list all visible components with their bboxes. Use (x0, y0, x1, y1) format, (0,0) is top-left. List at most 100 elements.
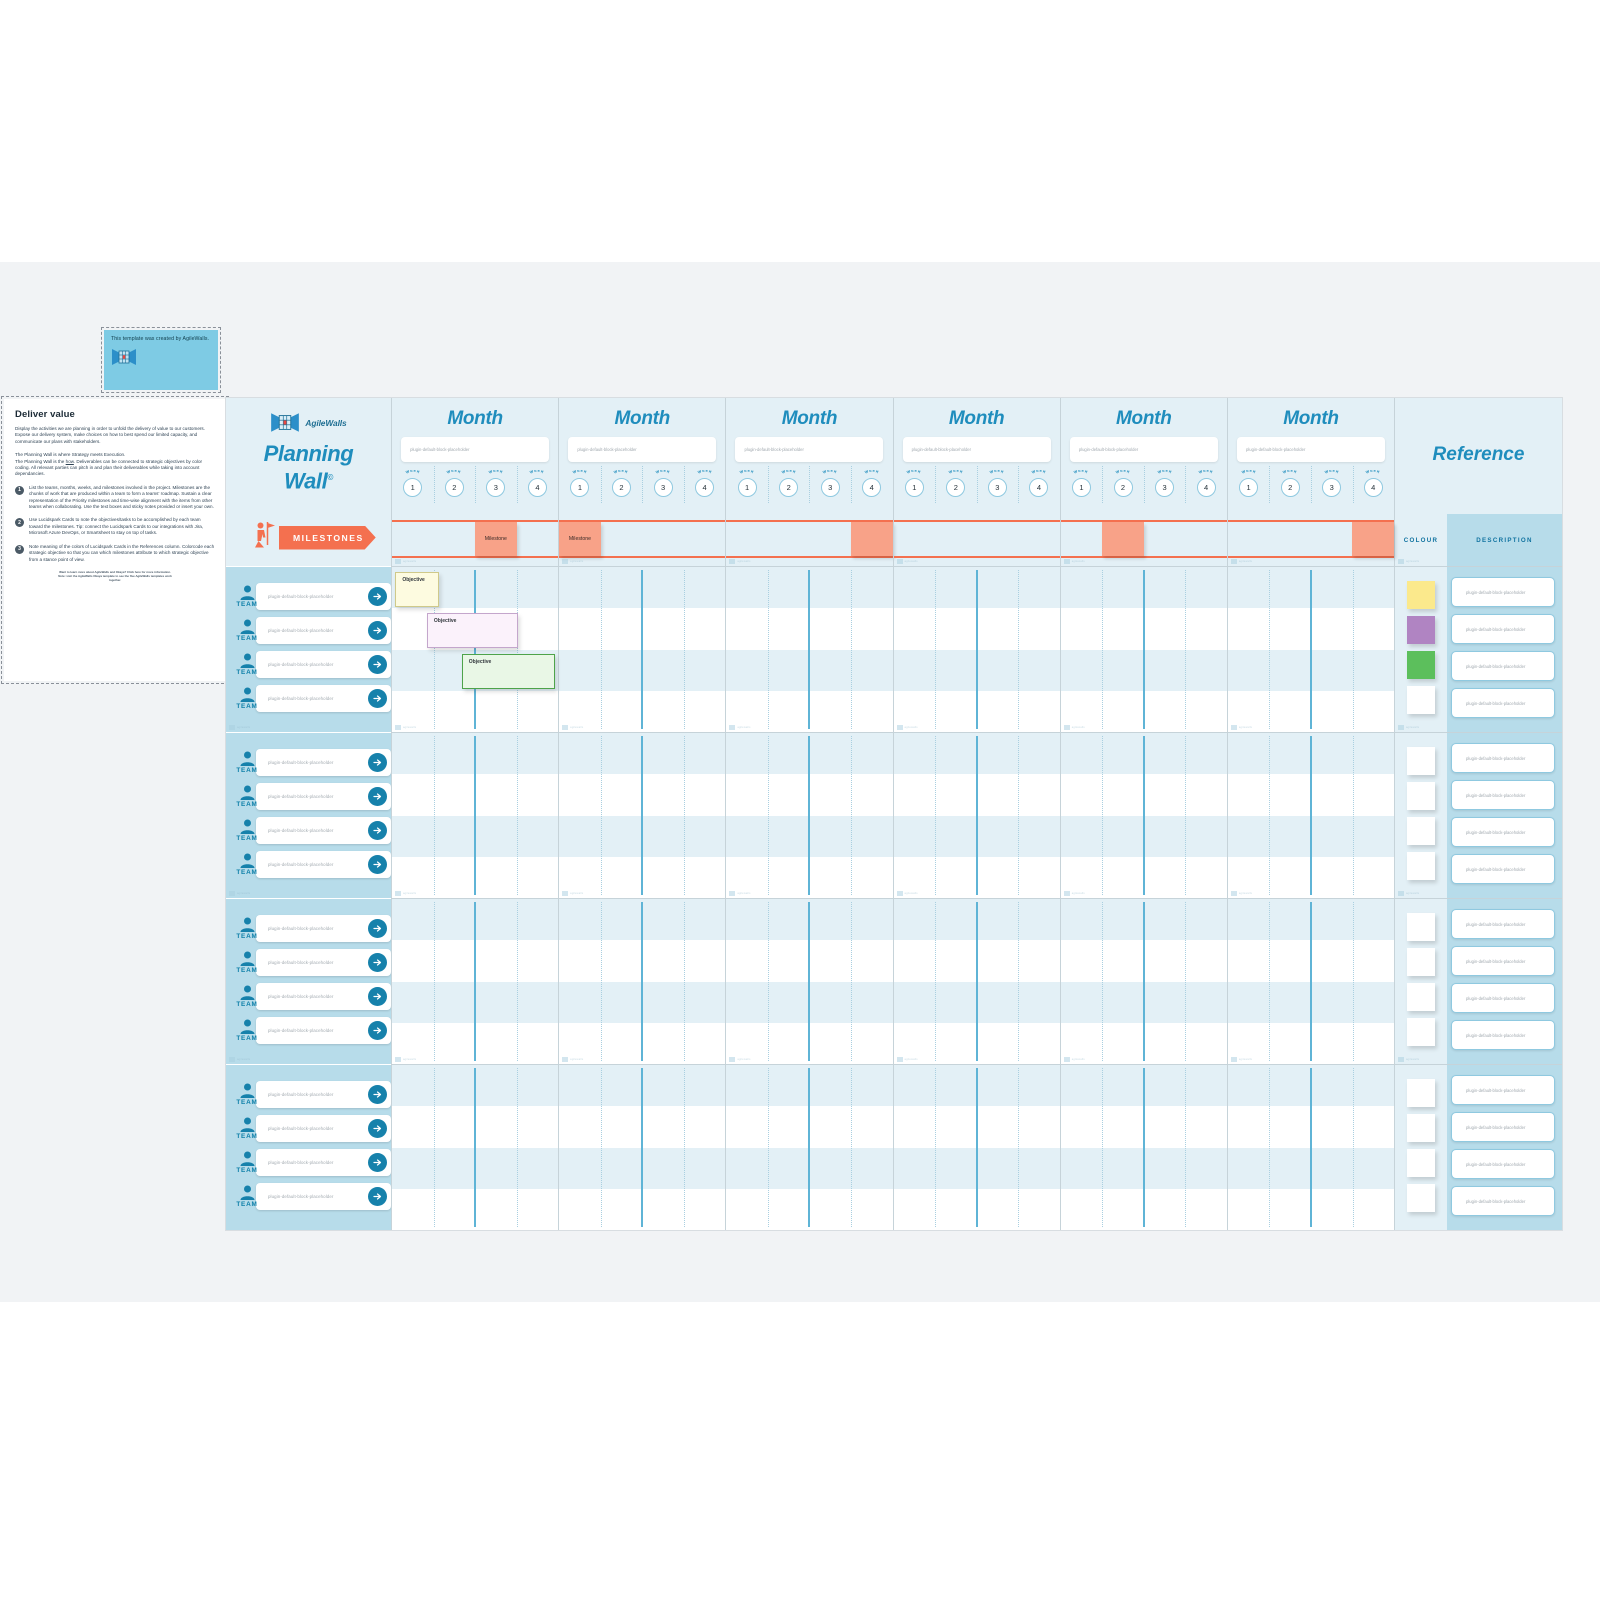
grid-lane[interactable] (726, 1147, 893, 1189)
grid-lane[interactable] (559, 940, 726, 982)
team-row[interactable]: TEAM plugin-default-block-placeholder (226, 1149, 391, 1176)
grid-lane[interactable] (893, 733, 1060, 775)
colour-swatch[interactable] (1407, 651, 1435, 679)
grid-lane[interactable] (726, 856, 893, 898)
milestone-chip[interactable]: Milestone (559, 522, 601, 556)
arrow-right-icon[interactable] (368, 1021, 387, 1040)
team-name-input[interactable]: plugin-default-block-placeholder (256, 1081, 391, 1108)
team-name-input[interactable]: plugin-default-block-placeholder (256, 817, 391, 844)
grid-lane[interactable] (726, 774, 893, 816)
month-name-input[interactable]: plugin-default-block-placeholder (735, 437, 884, 462)
team-row[interactable]: TEAM plugin-default-block-placeholder (226, 817, 391, 844)
grid-lane[interactable] (726, 649, 893, 691)
grid-lane[interactable] (1060, 1022, 1227, 1064)
grid-lane[interactable] (893, 940, 1060, 982)
team-name-input[interactable]: plugin-default-block-placeholder (256, 1149, 391, 1176)
milestone-chip[interactable] (850, 522, 893, 556)
grid-lane[interactable] (559, 567, 726, 609)
grid-lane[interactable] (893, 815, 1060, 857)
month-name-input[interactable]: plugin-default-block-placeholder (568, 437, 717, 462)
grid-lane[interactable] (893, 1147, 1060, 1189)
description-input[interactable]: plugin-default-block-placeholder (1451, 1020, 1555, 1050)
team-row[interactable]: TEAM plugin-default-block-placeholder (226, 983, 391, 1010)
colour-swatch[interactable] (1407, 852, 1435, 880)
grid-lane[interactable] (1060, 1106, 1227, 1148)
grid-lane[interactable] (1227, 567, 1395, 609)
team-row[interactable]: TEAM plugin-default-block-placeholder (226, 651, 391, 678)
grid-lane[interactable] (1227, 1188, 1395, 1230)
grid-lane[interactable] (893, 608, 1060, 650)
arrow-right-icon[interactable] (368, 621, 387, 640)
grid-lane[interactable] (1227, 856, 1395, 898)
objective-card[interactable]: Objective (395, 571, 439, 607)
grid-lane[interactable] (893, 1188, 1060, 1230)
description-input[interactable]: plugin-default-block-placeholder (1451, 817, 1555, 847)
team-name-input[interactable]: plugin-default-block-placeholder (256, 617, 391, 644)
grid-lane[interactable] (1227, 1106, 1395, 1148)
grid-lane[interactable] (726, 1188, 893, 1230)
objective-card[interactable]: Objective (461, 654, 555, 690)
grid-lane[interactable] (392, 774, 559, 816)
arrow-right-icon[interactable] (368, 1085, 387, 1104)
grid-lane[interactable] (392, 1065, 559, 1107)
colour-swatch[interactable] (1407, 1018, 1435, 1046)
team-row[interactable]: TEAM plugin-default-block-placeholder (226, 1183, 391, 1210)
grid-lane[interactable] (1227, 940, 1395, 982)
team-name-input[interactable]: plugin-default-block-placeholder (256, 749, 391, 776)
grid-lane[interactable] (392, 815, 559, 857)
grid-lane[interactable] (1060, 1065, 1227, 1107)
team-name-input[interactable]: plugin-default-block-placeholder (256, 949, 391, 976)
grid-lane[interactable] (1227, 981, 1395, 1023)
grid-lane[interactable] (1060, 940, 1227, 982)
team-name-input[interactable]: plugin-default-block-placeholder (256, 783, 391, 810)
grid-lane[interactable] (1227, 733, 1395, 775)
colour-swatch[interactable] (1407, 686, 1435, 714)
description-input[interactable]: plugin-default-block-placeholder (1451, 577, 1555, 607)
team-row[interactable]: TEAM plugin-default-block-placeholder (226, 1017, 391, 1044)
grid-lane[interactable] (1060, 690, 1227, 732)
colour-swatch[interactable] (1407, 1079, 1435, 1107)
grid-lane[interactable] (893, 1065, 1060, 1107)
arrow-right-icon[interactable] (368, 1187, 387, 1206)
team-row[interactable]: TEAM plugin-default-block-placeholder (226, 1115, 391, 1142)
grid-lane[interactable] (559, 690, 726, 732)
grid-lane[interactable] (392, 1188, 559, 1230)
grid-lane[interactable] (392, 899, 559, 941)
grid-lane[interactable] (726, 1106, 893, 1148)
grid-lane[interactable] (559, 1188, 726, 1230)
team-row[interactable]: TEAM plugin-default-block-placeholder (226, 1081, 391, 1108)
month-name-input[interactable]: plugin-default-block-placeholder (1069, 437, 1218, 462)
grid-lane[interactable] (893, 774, 1060, 816)
team-row[interactable]: TEAM plugin-default-block-placeholder (226, 783, 391, 810)
colour-swatch[interactable] (1407, 948, 1435, 976)
colour-swatch[interactable] (1407, 1184, 1435, 1212)
arrow-right-icon[interactable] (368, 987, 387, 1006)
description-input[interactable]: plugin-default-block-placeholder (1451, 614, 1555, 644)
grid-lane[interactable] (559, 1106, 726, 1148)
team-row[interactable]: TEAM plugin-default-block-placeholder (226, 915, 391, 942)
grid-lane[interactable] (893, 1022, 1060, 1064)
description-input[interactable]: plugin-default-block-placeholder (1451, 946, 1555, 976)
grid-lane[interactable] (1060, 649, 1227, 691)
grid-lane[interactable] (893, 1106, 1060, 1148)
colour-swatch[interactable] (1407, 782, 1435, 810)
grid-lane[interactable] (1060, 815, 1227, 857)
team-name-input[interactable]: plugin-default-block-placeholder (256, 583, 391, 610)
grid-lane[interactable] (559, 856, 726, 898)
arrow-right-icon[interactable] (368, 753, 387, 772)
grid-lane[interactable] (1227, 815, 1395, 857)
grid-lane[interactable] (726, 1022, 893, 1064)
grid-lane[interactable] (392, 1022, 559, 1064)
created-by-sticky-note[interactable]: This template was created by AgileWalls. (101, 327, 221, 393)
description-input[interactable]: plugin-default-block-placeholder (1451, 909, 1555, 939)
grid-lane[interactable] (1060, 856, 1227, 898)
grid-lane[interactable] (392, 1106, 559, 1148)
grid-lane[interactable] (1060, 1147, 1227, 1189)
grid-lane[interactable] (1060, 733, 1227, 775)
description-input[interactable]: plugin-default-block-placeholder (1451, 1186, 1555, 1216)
grid-lane[interactable] (1227, 608, 1395, 650)
grid-lane[interactable] (726, 981, 893, 1023)
grid-lane[interactable] (559, 649, 726, 691)
team-row[interactable]: TEAM plugin-default-block-placeholder (226, 583, 391, 610)
objective-card[interactable]: Objective (426, 613, 519, 648)
